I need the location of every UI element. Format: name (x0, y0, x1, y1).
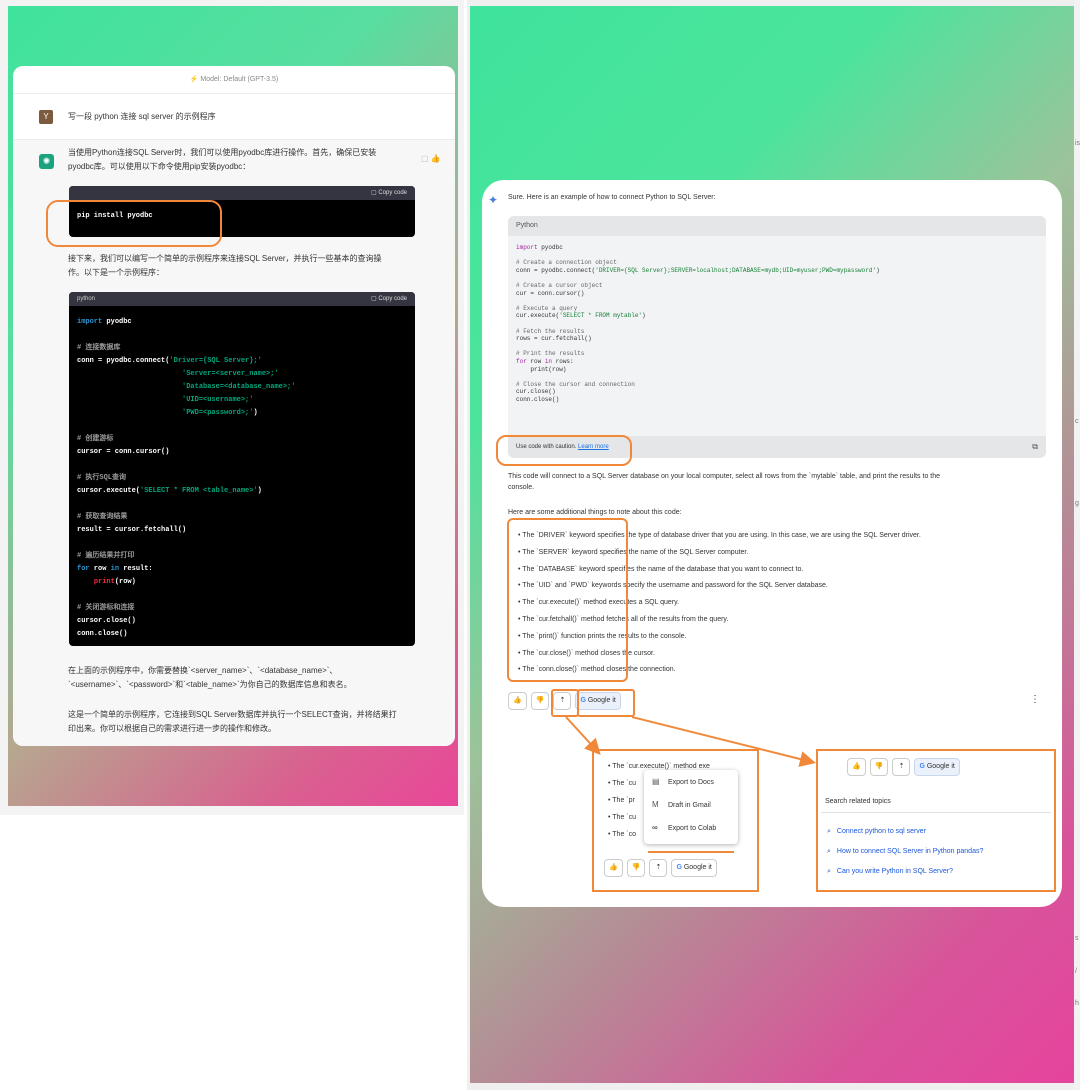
edge-text: c (1075, 418, 1079, 425)
annotation-arrows (565, 716, 816, 767)
edge-text: is (1075, 140, 1080, 147)
adjacent-window-edge (1074, 0, 1080, 1090)
edge-text: s (1075, 935, 1079, 942)
edge-text: / (1075, 968, 1077, 975)
edge-text: h (1075, 1000, 1079, 1007)
edge-text: g (1075, 500, 1079, 507)
